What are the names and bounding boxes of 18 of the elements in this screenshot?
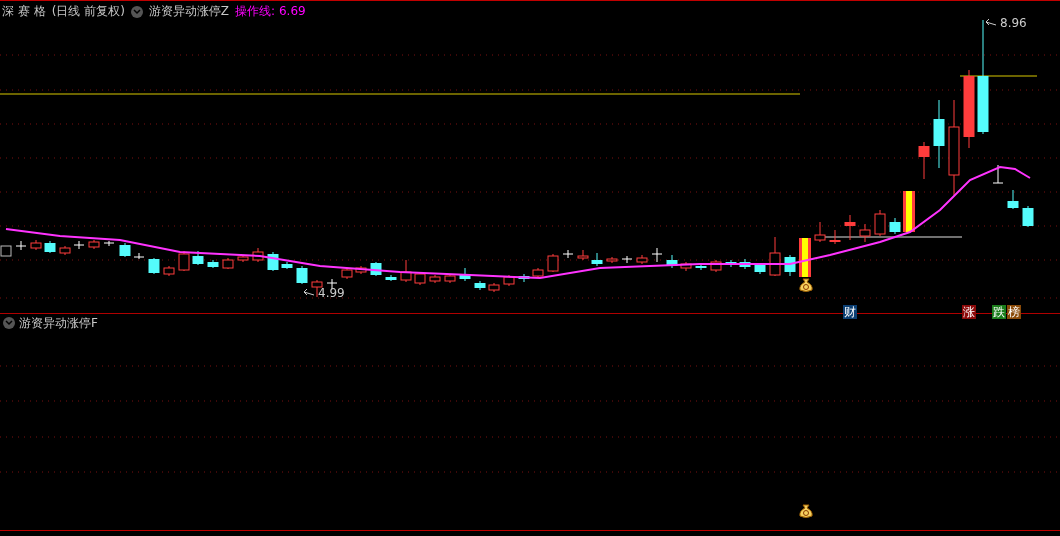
chevron-down-icon[interactable] — [3, 317, 15, 329]
arrow-icon — [985, 18, 997, 26]
marker-icon — [0, 245, 12, 257]
signal-tag: 涨 — [962, 305, 976, 319]
signal-tag: 财 — [843, 305, 857, 319]
sub-panel-title: 游资异动涨停F — [19, 314, 98, 332]
price-label: 8.96 — [1000, 16, 1027, 30]
money-bag-icon — [799, 278, 813, 292]
arrow-icon — [303, 288, 315, 296]
period-label: (日线 前复权) — [51, 3, 125, 20]
price-label: 4.99 — [318, 286, 345, 300]
stock-name: 深 赛 格 — [2, 3, 46, 20]
line-label: 操作线: 6.69 — [235, 3, 306, 20]
signal-tag: 跌 — [992, 305, 1006, 319]
signal-tag: 榜 — [1007, 305, 1021, 319]
money-bag-icon — [799, 504, 813, 518]
chevron-down-icon[interactable] — [130, 5, 143, 18]
indicator-name: 游资异动涨停Z — [148, 3, 230, 20]
